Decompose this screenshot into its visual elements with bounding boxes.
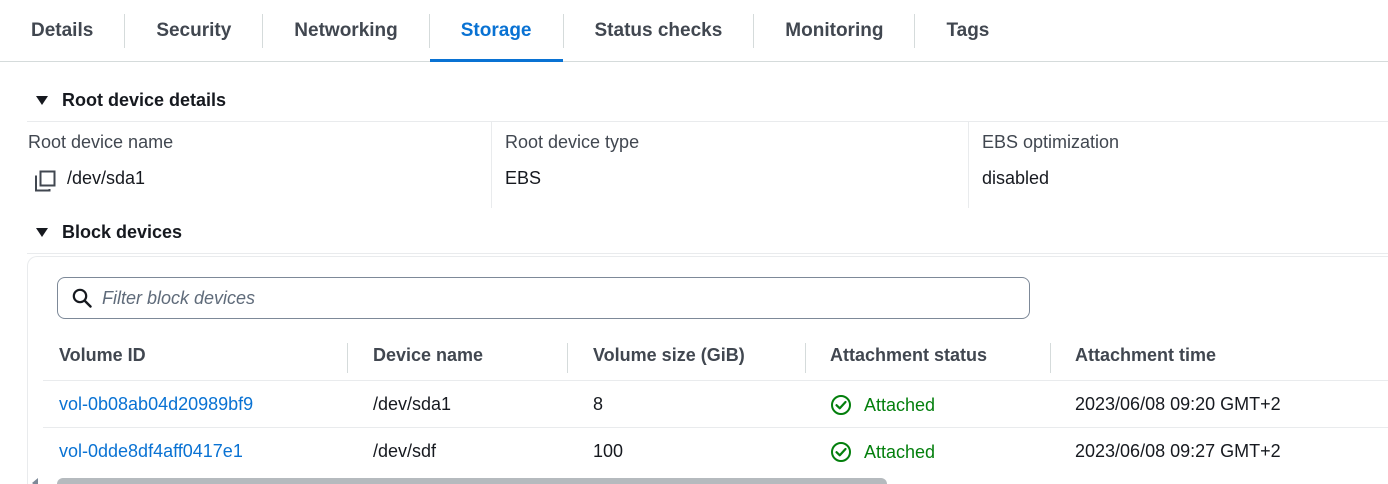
- field-value: disabled: [982, 168, 1050, 188]
- section-title: Root device details: [62, 90, 227, 110]
- field-value: EBS: [505, 168, 542, 188]
- column-header-attachment-status[interactable]: Attachment status: [830, 345, 987, 366]
- root-device-type-field: Root device type EBS: [505, 122, 965, 208]
- tab-bar: Details Security Networking Storage Stat…: [0, 0, 1388, 62]
- caret-down-icon: [36, 228, 48, 237]
- root-device-section-toggle[interactable]: Root device details: [36, 90, 226, 111]
- column-divider: [968, 122, 969, 208]
- tab-label: Storage: [460, 19, 532, 41]
- attachment-time-cell: 2023/06/08 09:27 GMT+2: [1075, 441, 1281, 461]
- filter-block-devices-input[interactable]: Filter block devices: [57, 277, 1030, 319]
- section-title: Block devices: [62, 222, 183, 242]
- attachment-status-cell: Attached: [830, 394, 935, 416]
- tab-label: Status checks: [594, 19, 723, 41]
- field-label: EBS optimization: [982, 132, 1120, 152]
- tab-status-checks[interactable]: Status checks: [564, 0, 754, 61]
- device-name-cell: /dev/sdf: [373, 441, 437, 461]
- tab-networking[interactable]: Networking: [263, 0, 428, 61]
- column-header-volume-size[interactable]: Volume size (GiB): [593, 345, 745, 366]
- scroll-left-arrow-icon[interactable]: [32, 478, 38, 484]
- search-placeholder: Filter block devices: [102, 287, 256, 308]
- check-circle-icon: [831, 442, 851, 462]
- tab-security[interactable]: Security: [125, 0, 262, 61]
- divider: [27, 253, 1388, 254]
- tab-tags[interactable]: Tags: [915, 0, 1020, 61]
- tab-label: Security: [156, 19, 232, 41]
- caret-down-icon: [36, 96, 48, 105]
- volume-id-link[interactable]: vol-0b08ab04d20989bf9: [59, 394, 253, 415]
- volume-size-cell: 100: [593, 441, 624, 461]
- attachment-status-cell: Attached: [830, 441, 935, 463]
- row-divider: [43, 427, 1388, 428]
- status-text: Attached: [864, 394, 936, 415]
- tab-storage[interactable]: Storage: [429, 0, 563, 62]
- horizontal-scrollbar[interactable]: [57, 478, 887, 484]
- field-label: Root device type: [505, 132, 640, 152]
- column-header-device-name[interactable]: Device name: [373, 345, 483, 366]
- block-devices-section-toggle[interactable]: Block devices: [36, 222, 182, 243]
- tab-label: Details: [31, 19, 94, 41]
- status-text: Attached: [864, 441, 936, 462]
- tab-details[interactable]: Details: [0, 0, 124, 61]
- copy-icon[interactable]: [34, 170, 56, 192]
- tab-label: Monitoring: [785, 19, 884, 41]
- column-header-attachment-time[interactable]: Attachment time: [1075, 345, 1216, 366]
- field-value: /dev/sda1: [67, 168, 146, 188]
- column-resizer[interactable]: [805, 343, 806, 373]
- tab-monitoring[interactable]: Monitoring: [754, 0, 914, 61]
- column-header-volume-id[interactable]: Volume ID: [59, 345, 146, 366]
- column-resizer[interactable]: [567, 343, 568, 373]
- field-label: Root device name: [28, 132, 174, 152]
- check-circle-icon: [831, 395, 851, 415]
- tab-label: Networking: [294, 19, 398, 41]
- column-divider: [491, 122, 492, 208]
- device-name-cell: /dev/sda1: [373, 394, 452, 414]
- search-icon: [72, 288, 92, 308]
- root-device-name-field: Root device name /dev/sda1: [27, 122, 491, 208]
- volume-id-link[interactable]: vol-0dde8df4aff0417e1: [59, 441, 243, 462]
- column-resizer[interactable]: [1050, 343, 1051, 373]
- attachment-time-cell: 2023/06/08 09:20 GMT+2: [1075, 394, 1281, 414]
- ebs-optimization-field: EBS optimization disabled: [982, 122, 1382, 208]
- tab-label: Tags: [946, 19, 990, 41]
- volume-size-cell: 8: [593, 394, 604, 414]
- column-resizer[interactable]: [347, 343, 348, 373]
- header-divider: [43, 380, 1388, 381]
